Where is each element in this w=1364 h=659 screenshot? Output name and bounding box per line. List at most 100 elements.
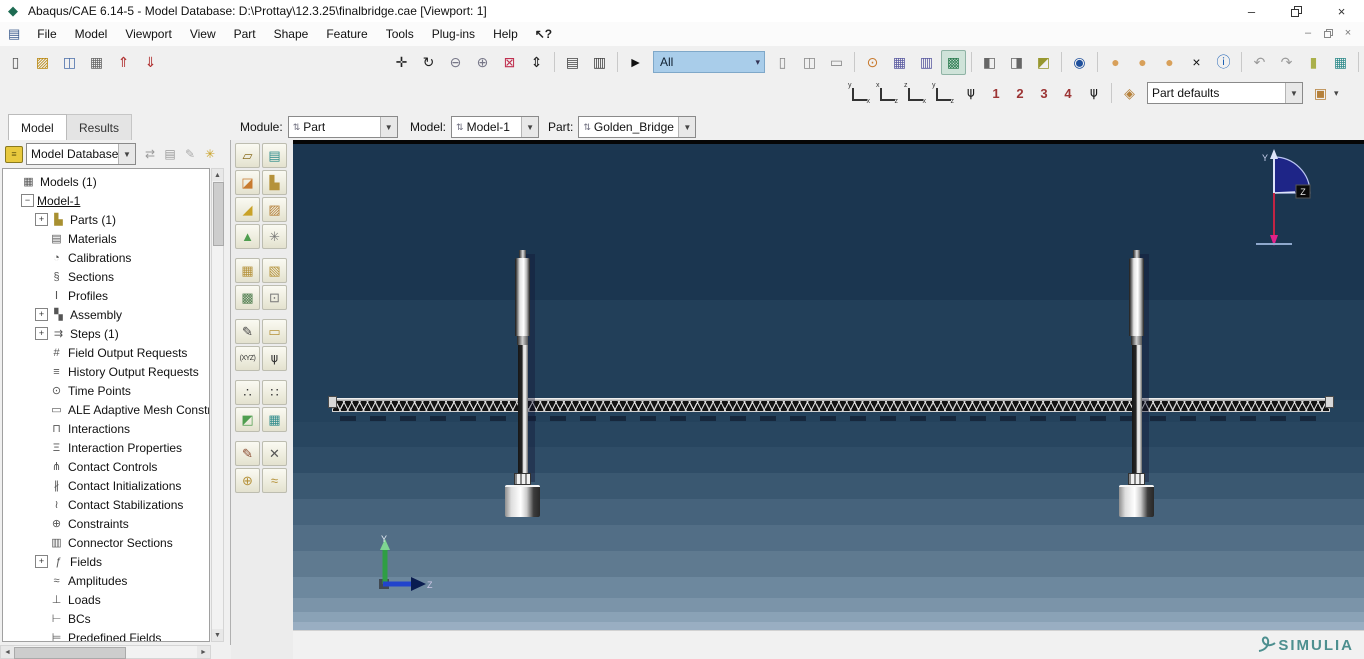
view-number-1[interactable]: 1 bbox=[984, 86, 1008, 101]
tree-item-ale-adaptive-mesh-constr[interactable]: ▭ ALE Adaptive Mesh Constr bbox=[3, 400, 209, 419]
viewport-annotations-icon[interactable]: ◫ bbox=[797, 50, 822, 75]
tree-item-bcs[interactable]: ⊢ BCs bbox=[3, 609, 209, 628]
hidden-render-icon[interactable]: ▥ bbox=[914, 50, 939, 75]
viewport-canvas[interactable]: Z Y Y Z bbox=[293, 140, 1364, 630]
tree-item-loads[interactable]: ⊥ Loads bbox=[3, 590, 209, 609]
view-number-2[interactable]: 2 bbox=[1008, 86, 1032, 101]
render-style-select[interactable]: Part defaults ▼ bbox=[1147, 82, 1303, 104]
color-code-icon[interactable]: ▦ bbox=[1328, 50, 1353, 75]
sketch-tool[interactable]: ✎ bbox=[235, 319, 260, 344]
zoom-out-icon[interactable]: ⊖ bbox=[443, 50, 468, 75]
tree-item-time-points[interactable]: ⊙ Time Points bbox=[3, 381, 209, 400]
partition-point-tool[interactable]: ∴ bbox=[235, 380, 260, 405]
tree-horizontal-scrollbar[interactable]: ◄ ► bbox=[0, 645, 211, 659]
tree-item-models-1-[interactable]: ▦ Models (1) bbox=[3, 172, 209, 191]
marker-x-icon[interactable]: × bbox=[1184, 50, 1209, 75]
undo-icon[interactable]: ↶ bbox=[1247, 50, 1272, 75]
wave-tool[interactable]: ≈ bbox=[262, 468, 287, 493]
menu-view[interactable]: View bbox=[181, 24, 225, 44]
perspective-icon[interactable]: ◩ bbox=[1031, 50, 1056, 75]
menu-tools[interactable]: Tools bbox=[377, 24, 423, 44]
dropdown-caret-icon[interactable]: ▾ bbox=[1334, 88, 1339, 99]
tree-item-fields[interactable]: + ƒ Fields bbox=[3, 552, 209, 571]
tree-item-predefined-fields[interactable]: ⊨ Predefined Fields bbox=[3, 628, 209, 642]
compass-toggle-icon[interactable]: ▭ bbox=[824, 50, 849, 75]
menu-help[interactable]: Help bbox=[484, 24, 527, 44]
scroll-down-icon[interactable]: ▼ bbox=[212, 629, 223, 641]
repair-tool[interactable]: ⊡ bbox=[262, 285, 287, 310]
rotate-view-icon[interactable]: ↻ bbox=[416, 50, 441, 75]
expander-icon[interactable]: + bbox=[35, 327, 48, 340]
tree-item-profiles[interactable]: Ⅰ Profiles bbox=[3, 286, 209, 305]
view-zx-icon[interactable]: zx bbox=[904, 82, 926, 105]
scrollbar-thumb[interactable] bbox=[213, 182, 224, 246]
menu-file[interactable]: File bbox=[28, 24, 65, 44]
tree-item-field-output-requests[interactable]: # Field Output Requests bbox=[3, 343, 209, 362]
create-cut-tool[interactable]: ▨ bbox=[262, 197, 287, 222]
edit-mesh-tool[interactable]: ✎ bbox=[235, 441, 260, 466]
view-number-3[interactable]: 3 bbox=[1032, 86, 1056, 101]
menu-plug-ins[interactable]: Plug-ins bbox=[423, 24, 484, 44]
expander-icon[interactable]: + bbox=[35, 213, 48, 226]
tree-item-contact-controls[interactable]: ⋔ Contact Controls bbox=[3, 457, 209, 476]
expander-icon[interactable]: + bbox=[35, 555, 48, 568]
redo-icon[interactable]: ↷ bbox=[1274, 50, 1299, 75]
tree-item-assembly[interactable]: + ▚ Assembly bbox=[3, 305, 209, 324]
view-xz-icon[interactable]: xz bbox=[876, 82, 898, 105]
view-number-4[interactable]: 4 bbox=[1056, 86, 1080, 101]
chevron-down-icon[interactable]: ▼ bbox=[1285, 83, 1302, 103]
model-select[interactable]: ⇅ Model-1 ▼ bbox=[451, 116, 540, 138]
feature-edit-tool[interactable]: ▧ bbox=[262, 258, 287, 283]
light-b-icon[interactable]: ● bbox=[1130, 50, 1155, 75]
view-cube-front-icon[interactable]: ◧ bbox=[977, 50, 1002, 75]
pan-view-icon[interactable]: ✛ bbox=[389, 50, 414, 75]
save-model-icon[interactable]: ◫ bbox=[57, 50, 82, 75]
tools-axe-tool[interactable]: ✕ bbox=[262, 441, 287, 466]
print-icon[interactable]: ▦ bbox=[84, 50, 109, 75]
tree-item-materials[interactable]: ▤ Materials bbox=[3, 229, 209, 248]
light-c-icon[interactable]: ● bbox=[1157, 50, 1182, 75]
expander-icon[interactable]: + bbox=[35, 308, 48, 321]
document-icon[interactable]: ▤ bbox=[8, 26, 20, 42]
tree-item-sections[interactable]: § Sections bbox=[3, 267, 209, 286]
database-select[interactable]: Model Database ▼ bbox=[26, 143, 136, 165]
scroll-up-icon[interactable]: ▲ bbox=[212, 169, 223, 181]
create-part-tool[interactable]: ▱ bbox=[235, 143, 260, 168]
mdi-close-button[interactable]: × bbox=[1338, 24, 1358, 42]
fit-view-icon[interactable]: ⇕ bbox=[524, 50, 549, 75]
chevron-down-icon[interactable]: ▼ bbox=[379, 117, 397, 137]
import-icon[interactable]: ⇑ bbox=[111, 50, 136, 75]
create-solid-tool[interactable]: ◪ bbox=[235, 170, 260, 195]
tree-item-contact-initializations[interactable]: ∦ Contact Initializations bbox=[3, 476, 209, 495]
tree-item-steps-1-[interactable]: + ⇉ Steps (1) bbox=[3, 324, 209, 343]
mdi-minimize-button[interactable]: – bbox=[1298, 24, 1318, 42]
scroll-right-icon[interactable]: ► bbox=[197, 646, 210, 658]
expander-icon[interactable]: − bbox=[21, 194, 34, 207]
custom-axis-icon[interactable]: ⋔ bbox=[1081, 81, 1106, 106]
part-manager-tool[interactable]: ▤ bbox=[262, 143, 287, 168]
magnify-icon[interactable]: ⊕ bbox=[470, 50, 495, 75]
menu-feature[interactable]: Feature bbox=[317, 24, 376, 44]
render-box-icon[interactable]: ◈ bbox=[1117, 81, 1142, 106]
annotation-list-icon[interactable]: ▥ bbox=[587, 50, 612, 75]
light-a-icon[interactable]: ● bbox=[1103, 50, 1128, 75]
minimize-button[interactable]: – bbox=[1229, 0, 1274, 22]
create-shell-tool[interactable]: ▙ bbox=[262, 170, 287, 195]
mirror-tool[interactable]: ✳ bbox=[262, 224, 287, 249]
tree-item-connector-sections[interactable]: ▥ Connector Sections bbox=[3, 533, 209, 552]
select-cursor-icon[interactable]: ► bbox=[623, 50, 648, 75]
partition-cell-tool[interactable]: ▦ bbox=[262, 407, 287, 432]
open-model-icon[interactable]: ▨ bbox=[30, 50, 55, 75]
tab-model[interactable]: Model bbox=[8, 114, 67, 140]
chevron-down-icon[interactable]: ▼ bbox=[118, 144, 135, 164]
tree-item-calibrations[interactable]: ◔ Calibrations bbox=[3, 248, 209, 267]
new-model-icon[interactable]: ▯ bbox=[3, 50, 28, 75]
iso-axis-icon[interactable]: ⋔ bbox=[958, 81, 983, 106]
menu-part[interactable]: Part bbox=[225, 24, 265, 44]
selection-filter-dropdown[interactable]: All bbox=[653, 51, 765, 73]
group-manager-icon[interactable]: ▮ bbox=[1301, 50, 1326, 75]
mdi-restore-button[interactable] bbox=[1318, 24, 1338, 42]
globe-icon[interactable]: ◉ bbox=[1067, 50, 1092, 75]
menu-model[interactable]: Model bbox=[66, 24, 117, 44]
tree-item-interactions[interactable]: ⊓ Interactions bbox=[3, 419, 209, 438]
